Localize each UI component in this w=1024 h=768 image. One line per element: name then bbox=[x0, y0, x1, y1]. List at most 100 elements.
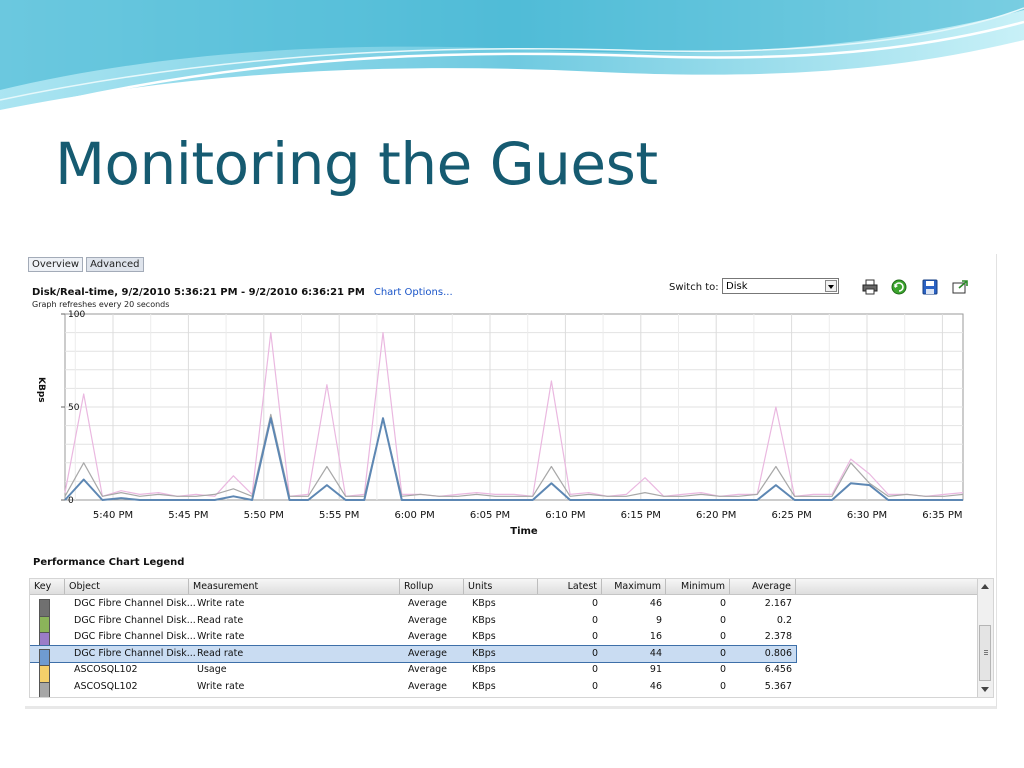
x-tick-label: 5:55 PM bbox=[319, 510, 359, 521]
legend-cell-maximum: 46 bbox=[649, 598, 662, 609]
y-tick-label: 50 bbox=[68, 403, 80, 413]
x-axis-label: Time bbox=[510, 526, 538, 537]
legend-cell-average: 2.378 bbox=[764, 631, 792, 643]
x-tick-label: 6:35 PM bbox=[922, 510, 962, 521]
legend-cell-rollup: Average bbox=[408, 664, 448, 676]
legend-cell-minimum: 0 bbox=[719, 664, 726, 676]
col-measurement[interactable]: Measurement bbox=[189, 579, 400, 594]
chart-options-link[interactable]: Chart Options... bbox=[374, 287, 453, 298]
legend-cell-average: 2.167 bbox=[764, 598, 792, 609]
x-tick-label: 6:00 PM bbox=[394, 510, 434, 521]
legend-cell-minimum: 0 bbox=[719, 614, 726, 626]
print-icon[interactable] bbox=[861, 278, 879, 296]
legend-row[interactable]: DGC Fibre Channel Disk... Read rate Averag… bbox=[30, 613, 796, 634]
legend-cell-average: 0.2 bbox=[776, 614, 792, 626]
switch-to-select[interactable]: Disk bbox=[722, 278, 839, 294]
legend-cell-latest: 0 bbox=[591, 598, 598, 609]
performance-panel: Overview Advanced Disk/Real-time, 9/2/20… bbox=[25, 254, 997, 709]
x-tick-label: 6:20 PM bbox=[696, 510, 736, 521]
series-key-swatch bbox=[39, 682, 50, 697]
legend-row[interactable]: DGC Fibre Channel Disk... Write rate Avera… bbox=[30, 596, 796, 617]
legend-cell-rollup: Average bbox=[408, 631, 448, 643]
legend-cell-object: DGC Fibre Channel Disk... bbox=[74, 631, 196, 643]
legend-cell-units: KBps bbox=[472, 681, 496, 692]
legend-title: Performance Chart Legend bbox=[33, 557, 185, 568]
x-tick-label: 6:30 PM bbox=[847, 510, 887, 521]
legend-cell-object: DGC Fibre Channel Disk... bbox=[74, 614, 196, 626]
legend-cell-object: DGC Fibre Channel Disk... bbox=[74, 647, 196, 659]
legend-cell-maximum: 44 bbox=[649, 647, 662, 659]
legend-cell-minimum: 0 bbox=[719, 681, 726, 692]
legend-cell-units: KBps bbox=[472, 614, 496, 626]
col-latest[interactable]: Latest bbox=[538, 579, 602, 594]
legend-header-row: Key Object Measurement Rollup Units Late… bbox=[30, 579, 978, 595]
legend-row[interactable]: ASCOSQL102 Usage Average KBps 0 91 0 6.456 bbox=[30, 662, 796, 684]
legend-cell-rollup: Average bbox=[408, 614, 448, 626]
y-tick-label: 0 bbox=[68, 496, 74, 506]
refresh-icon[interactable] bbox=[890, 278, 908, 296]
dropdown-arrow-icon[interactable] bbox=[825, 280, 837, 292]
x-tick-label: 5:45 PM bbox=[168, 510, 208, 521]
col-rollup[interactable]: Rollup bbox=[400, 579, 464, 594]
legend-cell-average: 0.806 bbox=[764, 647, 792, 659]
legend-cell-latest: 0 bbox=[591, 681, 598, 692]
legend-cell-minimum: 0 bbox=[719, 598, 726, 609]
col-maximum[interactable]: Maximum bbox=[602, 579, 666, 594]
legend-cell-object: ASCOSQL102 bbox=[74, 681, 138, 692]
y-tick-label: 100 bbox=[68, 310, 85, 320]
legend-cell-measurement: Usage bbox=[197, 664, 227, 676]
save-icon[interactable] bbox=[921, 278, 939, 296]
legend-cell-rollup: Average bbox=[408, 647, 448, 659]
legend-cell-object: ASCOSQL102 bbox=[74, 664, 138, 676]
x-tick-label: 6:10 PM bbox=[545, 510, 585, 521]
legend-cell-measurement: Read rate bbox=[197, 614, 244, 626]
x-tick-label: 6:25 PM bbox=[771, 510, 811, 521]
legend-cell-latest: 0 bbox=[591, 664, 598, 676]
col-key[interactable]: Key bbox=[30, 579, 65, 594]
legend-cell-latest: 0 bbox=[591, 614, 598, 626]
x-tick-label: 5:50 PM bbox=[244, 510, 284, 521]
legend-cell-measurement: Write rate bbox=[197, 631, 245, 643]
legend-cell-minimum: 0 bbox=[719, 647, 726, 659]
col-average[interactable]: Average bbox=[730, 579, 796, 594]
legend-row[interactable]: DGC Fibre Channel Disk... Write rate Avera… bbox=[30, 629, 796, 651]
x-tick-label: 5:40 PM bbox=[93, 510, 133, 521]
decorative-wave-header bbox=[0, 0, 1024, 117]
scroll-thumb[interactable] bbox=[979, 625, 991, 681]
tab-bar: Overview Advanced bbox=[28, 257, 144, 272]
legend-row[interactable]: DGC Fibre Channel Disk... Read rate Averag… bbox=[30, 644, 797, 667]
legend-cell-measurement: Write rate bbox=[197, 681, 245, 692]
popout-icon[interactable] bbox=[951, 278, 969, 296]
col-object[interactable]: Object bbox=[65, 579, 189, 594]
legend-cell-rollup: Average bbox=[408, 598, 448, 609]
legend-cell-units: KBps bbox=[472, 647, 496, 659]
legend-cell-object: DGC Fibre Channel Disk... bbox=[74, 598, 196, 609]
legend-row[interactable]: ASCOSQL102 Write rate Average KBps 0 46 0 5.367 bbox=[30, 679, 796, 697]
performance-chart: 5:40 PM 5:45 PM 5:50 PM 5:55 PM 6:00 PM 6:05 … bbox=[36, 310, 964, 537]
legend-cell-rollup: Average bbox=[408, 681, 448, 692]
switch-to-value: Disk bbox=[726, 281, 748, 292]
legend-cell-units: KBps bbox=[472, 598, 496, 609]
slide-title: Monitoring the Guest bbox=[55, 130, 658, 198]
legend-cell-maximum: 46 bbox=[649, 681, 662, 692]
scroll-down-icon[interactable] bbox=[981, 687, 989, 692]
x-tick-label: 6:05 PM bbox=[470, 510, 510, 521]
x-tick-label: 6:15 PM bbox=[621, 510, 661, 521]
col-units[interactable]: Units bbox=[464, 579, 538, 594]
legend-cell-units: KBps bbox=[472, 664, 496, 676]
y-axis-label: KBps bbox=[36, 377, 46, 403]
legend-cell-minimum: 0 bbox=[719, 631, 726, 643]
legend-cell-measurement: Read rate bbox=[197, 647, 244, 659]
legend-cell-average: 5.367 bbox=[764, 681, 792, 692]
tab-advanced[interactable]: Advanced bbox=[86, 257, 144, 272]
legend-table: Key Object Measurement Rollup Units Late… bbox=[29, 578, 994, 698]
legend-cell-measurement: Write rate bbox=[197, 598, 245, 609]
col-minimum[interactable]: Minimum bbox=[666, 579, 730, 594]
legend-cell-maximum: 16 bbox=[649, 631, 662, 643]
legend-cell-latest: 0 bbox=[591, 647, 598, 659]
legend-cell-maximum: 91 bbox=[649, 664, 662, 676]
legend-cell-maximum: 9 bbox=[655, 614, 662, 626]
legend-scrollbar[interactable] bbox=[977, 579, 993, 697]
scroll-up-icon[interactable] bbox=[981, 584, 989, 589]
tab-overview[interactable]: Overview bbox=[28, 257, 84, 272]
